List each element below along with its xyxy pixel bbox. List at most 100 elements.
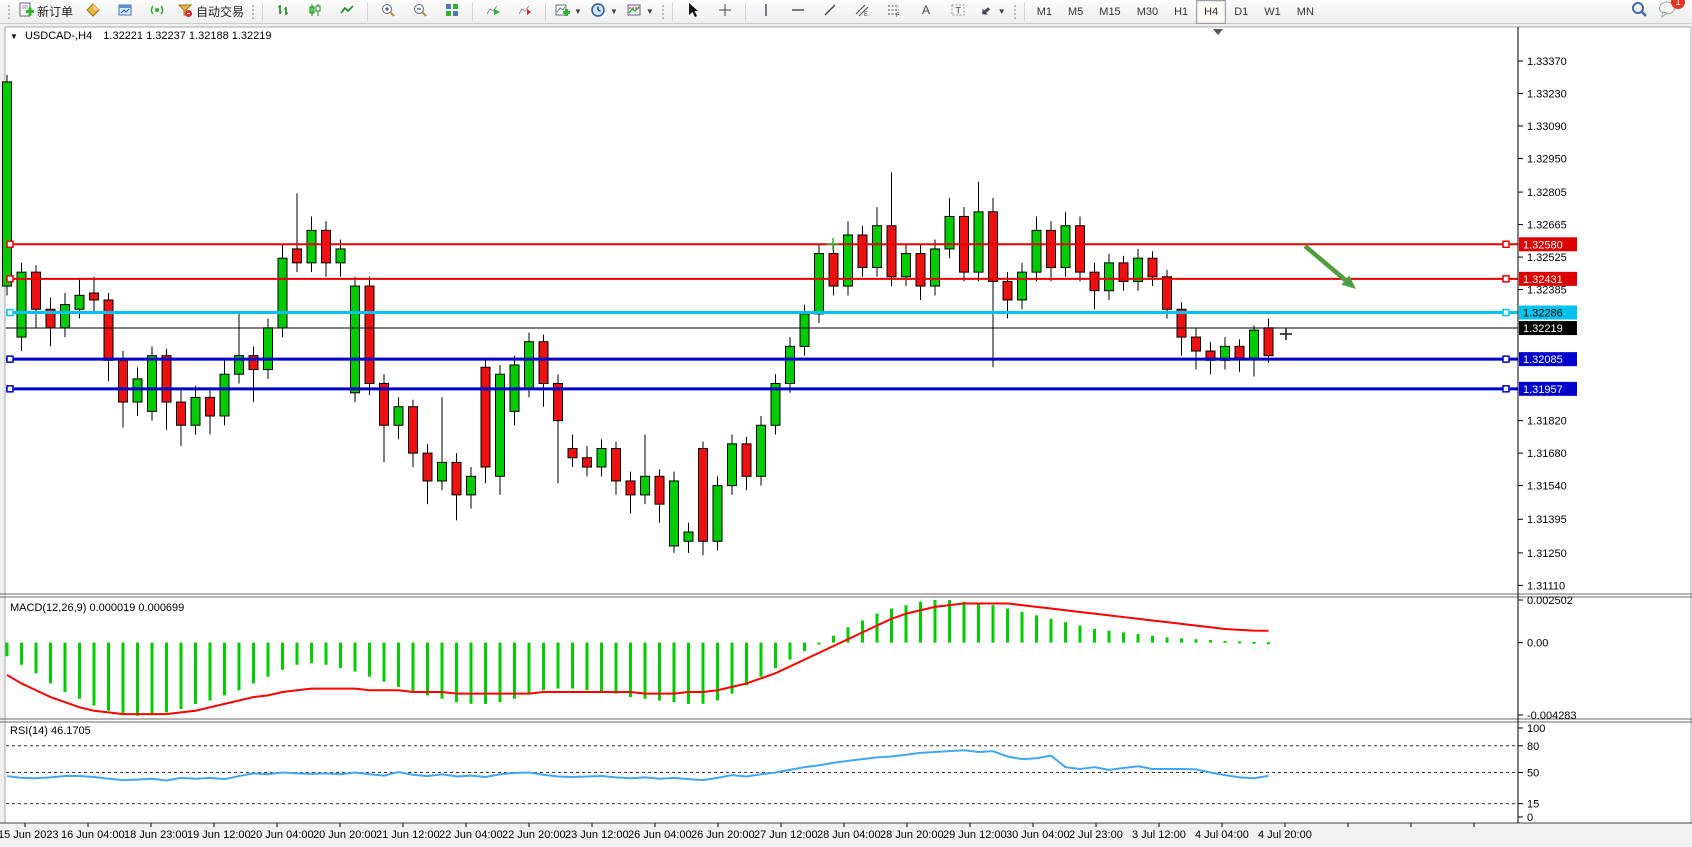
macd-histogram-bar: [1137, 634, 1140, 643]
chart-collapse-icon[interactable]: ▼: [10, 32, 18, 41]
macd-histogram-bar: [1108, 631, 1111, 643]
toolbar-grip[interactable]: [1013, 4, 1017, 20]
bar-chart-icon: [275, 2, 291, 21]
macd-histogram-bar: [760, 643, 763, 677]
chart-line-button[interactable]: [331, 0, 363, 24]
time-axis-label: 26 Jun 04:00: [628, 829, 692, 841]
main-toolbar: 新订单 自动交易: [0, 0, 1692, 24]
tile-windows-button[interactable]: [436, 0, 468, 24]
auto-scroll-button[interactable]: [477, 0, 509, 24]
timeframe-button-m1[interactable]: M1: [1029, 0, 1060, 24]
text-label-tool-button[interactable]: T: [942, 0, 974, 24]
line-handle[interactable]: [7, 356, 13, 362]
candle-body: [1105, 263, 1114, 291]
price-axis-tick-label: 1.31395: [1527, 514, 1567, 526]
line-handle[interactable]: [1503, 310, 1509, 316]
macd-histogram-bar: [1093, 629, 1096, 643]
chart-header[interactable]: ▼ USDCAD-,H4 1.32221 1.32237 1.32188 1.3…: [10, 30, 272, 42]
horizontal-line-tool-button[interactable]: [782, 0, 814, 24]
arrows-tool-button[interactable]: ▼: [974, 0, 1010, 24]
macd-histogram-bar: [49, 643, 52, 684]
macd-histogram-bar: [1238, 641, 1241, 643]
candle-body: [336, 249, 345, 263]
macd-histogram-bar: [1253, 642, 1256, 644]
timeframe-button-m30[interactable]: M30: [1129, 0, 1166, 24]
crosshair-tool-button[interactable]: [709, 0, 741, 24]
line-handle[interactable]: [1503, 386, 1509, 392]
macd-histogram-bar: [658, 643, 661, 701]
toolbar-grip[interactable]: [661, 4, 665, 20]
vertical-line-tool-button[interactable]: [750, 0, 782, 24]
chart-candles-button[interactable]: [299, 0, 331, 24]
candle-body: [293, 249, 302, 263]
candle-body: [423, 453, 432, 481]
macd-histogram-bar: [948, 600, 951, 643]
candle-body: [873, 226, 882, 268]
autotrading-label: 自动交易: [196, 3, 244, 20]
chart-shift-button[interactable]: [509, 0, 541, 24]
line-handle[interactable]: [1503, 356, 1509, 362]
fibonacci-tool-button[interactable]: F: [878, 0, 910, 24]
line-handle[interactable]: [7, 310, 13, 316]
line-handle[interactable]: [1503, 276, 1509, 282]
time-axis-label: 22 Jun 04:00: [439, 829, 503, 841]
toolbar-grip[interactable]: [251, 4, 255, 20]
macd-histogram-bar: [803, 643, 806, 652]
macd-histogram-bar: [600, 643, 603, 692]
timeframe-button-h4[interactable]: H4: [1196, 0, 1226, 24]
line-handle[interactable]: [7, 386, 13, 392]
zoom-in-button[interactable]: [372, 0, 404, 24]
toolbar-grip[interactable]: [7, 4, 11, 20]
periods-button[interactable]: ▼: [586, 0, 622, 24]
macd-histogram-bar: [368, 643, 371, 677]
price-axis-tick-label: 1.32950: [1527, 153, 1567, 165]
cursor-tool-button[interactable]: [677, 0, 709, 24]
indicators-button[interactable]: ▼: [550, 0, 586, 24]
timeframe-button-mn[interactable]: MN: [1289, 0, 1322, 24]
signals-button[interactable]: [141, 0, 173, 24]
templates-button[interactable]: ▼: [622, 0, 658, 24]
new-order-button[interactable]: 新订单: [14, 0, 77, 24]
timeframe-button-m15[interactable]: M15: [1091, 0, 1128, 24]
autotrading-button[interactable]: 自动交易: [173, 0, 248, 24]
line-handle[interactable]: [1503, 241, 1509, 247]
candle-body: [1076, 226, 1085, 272]
timeframe-button-d1[interactable]: D1: [1226, 0, 1256, 24]
market-watch-button[interactable]: [77, 0, 109, 24]
timeframe-button-w1[interactable]: W1: [1256, 0, 1289, 24]
macd-histogram-bar: [1195, 639, 1198, 642]
macd-histogram-bar: [644, 643, 647, 699]
macd-histogram-bar: [571, 643, 574, 689]
candle-body: [989, 212, 998, 282]
chart-window: 1.325801.324311.322861.322191.320851.319…: [0, 24, 1692, 847]
price-axis-tick-label: 1.33090: [1527, 121, 1567, 133]
macd-histogram-bar: [93, 643, 96, 706]
timeframe-button-m5[interactable]: M5: [1060, 0, 1091, 24]
line-handle[interactable]: [7, 276, 13, 282]
candle-body: [467, 476, 476, 495]
macd-histogram-bar: [789, 643, 792, 660]
line-handle[interactable]: [7, 241, 13, 247]
clock-icon: [590, 2, 606, 21]
navigator-button[interactable]: [109, 0, 141, 24]
price-axis-tick-label: 1.33230: [1527, 88, 1567, 100]
zoom-out-button[interactable]: [404, 0, 436, 24]
notifications-chat-icon[interactable]: 1: [1658, 0, 1678, 23]
candle-body: [409, 407, 418, 453]
macd-histogram-bar: [1050, 619, 1053, 643]
candle-body: [815, 254, 824, 314]
time-axis-label: 27 Jun 12:00: [754, 829, 818, 841]
chart-canvas[interactable]: 1.325801.324311.322861.322191.320851.319…: [0, 24, 1692, 847]
macd-histogram-bar: [745, 643, 748, 686]
price-line-label-text: 1.32286: [1523, 308, 1563, 320]
candle-body: [800, 314, 809, 346]
channel-tool-button[interactable]: E: [846, 0, 878, 24]
timeframe-button-h1[interactable]: H1: [1166, 0, 1196, 24]
candle-body: [699, 448, 708, 541]
trendline-tool-button[interactable]: [814, 0, 846, 24]
search-icon[interactable]: [1630, 0, 1648, 23]
chart-bars-button[interactable]: [267, 0, 299, 24]
ohlc-quote-label: 1.32221 1.32237 1.32188 1.32219: [103, 30, 271, 42]
text-tool-button[interactable]: A: [910, 0, 942, 24]
macd-histogram-bar: [687, 643, 690, 704]
